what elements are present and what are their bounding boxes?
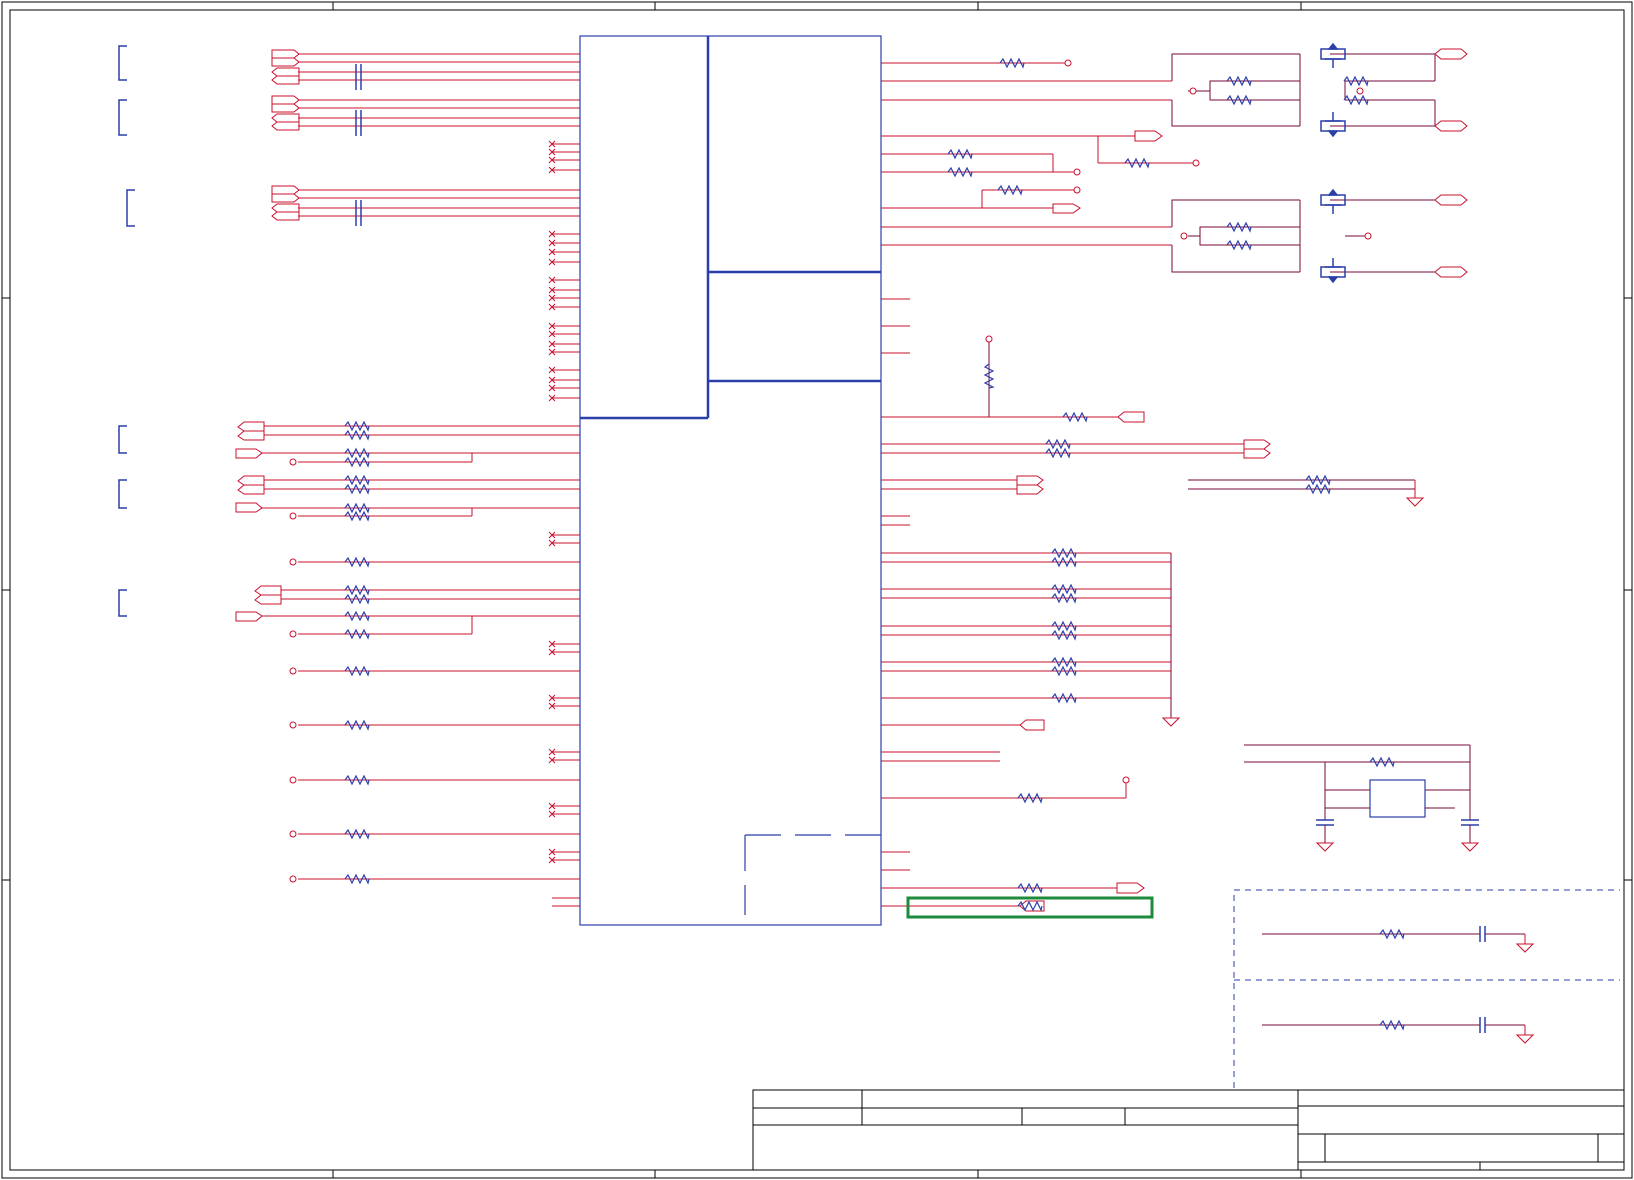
right-lower-signals [881,719,1145,912]
main-ic [579,35,882,926]
mosfet-symbols [1320,42,1346,284]
test-point [1073,168,1081,176]
sheet-border [1,1,1633,1179]
test-point [1192,159,1200,167]
test-point [1189,87,1197,95]
optional-rc-filters [1233,889,1620,1088]
mosfet-level-shifter-bottom [1171,194,1468,278]
left-lower-signals [235,421,580,880]
test-point [985,335,993,343]
test-point [1064,59,1072,67]
test-point [289,721,297,729]
test-point [289,667,297,675]
mosfet-level-shifter-top [1171,48,1468,132]
left-top-signal-group [271,49,580,226]
test-point [289,458,297,466]
right-top-signals [881,62,1196,246]
test-point [289,776,297,784]
schematic-sheet [0,0,1634,1180]
oscillator-circuit [1244,744,1480,852]
test-point [289,512,297,520]
test-point [289,830,297,838]
resistor-symbols [344,57,1405,1031]
test-point [1073,186,1081,194]
test-point-circles [289,59,1372,883]
left-no-connect-pins [548,140,580,907]
test-point [1180,232,1188,240]
title-block [752,1089,1625,1171]
right-middle-signals [881,298,1425,526]
schematic-canvas [1,1,1633,1179]
strap-resistor-array [881,552,1181,727]
test-point [1122,776,1130,784]
test-point [289,630,297,638]
test-point [289,875,297,883]
resistor-symbol [1017,900,1043,912]
test-point [1364,232,1372,240]
test-point [289,558,297,566]
test-point [1356,87,1364,95]
left-brackets [118,45,135,617]
